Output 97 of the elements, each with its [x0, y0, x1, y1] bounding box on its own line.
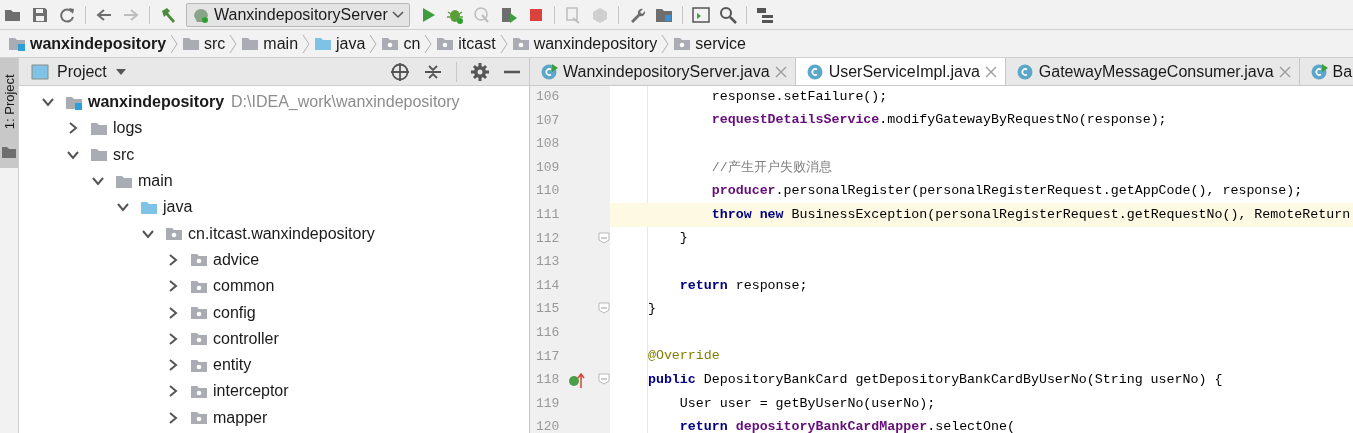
code-line: //产生开户失败消息 — [710, 159, 832, 175]
code-line: producer.personalRegister(personalRegisterRequest.getAppCode(), response); — [710, 183, 1303, 199]
search-icon[interactable] — [718, 5, 737, 24]
save-icon[interactable] — [31, 5, 49, 24]
tree-item[interactable]: entity — [190, 353, 252, 378]
editor-tab[interactable]: UserServiceImpl.java — [795, 58, 1006, 85]
tree-item[interactable]: interceptor — [190, 379, 289, 404]
tree-item[interactable]: main — [115, 169, 173, 194]
breadcrumb[interactable]: itcast — [432, 31, 500, 56]
code-line: requestDetailsService.modifyGatewayByRequestNo(response); — [710, 112, 1167, 128]
code-line: } — [646, 301, 656, 317]
code-line: } — [678, 230, 688, 246]
package-folder-icon — [511, 35, 530, 52]
class-icon — [1015, 62, 1034, 81]
run-config-dropdown[interactable]: WanxindepositoryServer — [186, 2, 410, 27]
class-icon — [805, 62, 824, 81]
breadcrumb[interactable]: src — [178, 31, 230, 56]
collapse-all-icon[interactable] — [424, 62, 442, 81]
line-number: 120 — [536, 418, 560, 433]
package-folder-icon — [673, 35, 692, 52]
code-line: User user = getByUserNo(userNo); — [678, 395, 936, 411]
tree-item[interactable]: config — [190, 300, 256, 325]
fold-marker-icon[interactable] — [598, 302, 610, 315]
locate-icon[interactable] — [390, 61, 410, 82]
breadcrumb[interactable]: java — [310, 31, 370, 56]
package-folder-icon — [190, 330, 208, 348]
package-folder-icon — [381, 35, 400, 52]
chevron-separator-icon — [302, 33, 311, 54]
package-folder-icon — [190, 304, 208, 321]
tree-item[interactable]: mapper — [190, 405, 268, 430]
code-line: @Override — [646, 348, 720, 364]
line-number: 109 — [536, 158, 560, 177]
line-number: 113 — [536, 253, 560, 272]
package-folder-icon — [436, 35, 455, 52]
tree-item[interactable]: java — [140, 195, 193, 220]
line-number: 118 — [536, 371, 560, 390]
tree-item[interactable]: common — [190, 274, 275, 299]
close-icon[interactable] — [1278, 65, 1291, 78]
breadcrumb[interactable]: main — [237, 31, 303, 56]
package-folder-icon — [190, 251, 208, 269]
chevron-separator-icon — [499, 33, 508, 54]
chevron-separator-icon — [369, 33, 378, 54]
implements-marker-icon[interactable] — [568, 371, 586, 390]
breadcrumb[interactable]: wanxindepository — [507, 31, 662, 56]
tree-item[interactable]: controller — [190, 326, 279, 351]
line-number: 119 — [536, 394, 560, 413]
hammer-icon[interactable] — [159, 5, 177, 24]
code-line: response.setFailure(); — [710, 88, 888, 104]
tree-item[interactable]: cn.itcast.wanxindepository — [165, 221, 375, 246]
code-line: public DepositoryBankCard getDepositoryBankCardByUserNo(String userNo) { — [646, 371, 1223, 387]
settings-icon[interactable] — [471, 62, 489, 81]
line-number: 114 — [536, 276, 560, 295]
code-line: return depositoryBankCardMapper.selectOne( — [678, 419, 1015, 433]
terminal-icon[interactable] — [691, 5, 710, 24]
line-number: 106 — [536, 88, 560, 107]
class-icon — [1309, 62, 1328, 81]
fold-marker-icon[interactable] — [598, 373, 610, 386]
line-number: 108 — [536, 135, 560, 154]
breadcrumb[interactable]: cn — [377, 31, 425, 56]
panel-icon — [31, 63, 49, 80]
class-icon — [540, 62, 558, 81]
package-folder-icon — [165, 225, 183, 243]
project-view-dropdown[interactable]: Project — [31, 59, 127, 84]
caret-icon — [391, 10, 404, 19]
chevron-separator-icon — [229, 33, 238, 54]
fold-marker-icon[interactable] — [598, 231, 610, 244]
tree-item[interactable]: logs — [90, 116, 143, 141]
folder-icon — [2, 146, 16, 158]
package-folder-icon — [190, 409, 208, 427]
line-number: 115 — [536, 300, 560, 319]
line-number: 116 — [536, 324, 560, 342]
tree-item[interactable]: advice — [190, 247, 260, 272]
caret-icon — [114, 67, 127, 76]
folder-icon — [314, 35, 333, 52]
breadcrumb[interactable]: service — [669, 31, 750, 56]
chevron-separator-icon — [661, 33, 670, 54]
code-line: return response; — [678, 277, 808, 293]
line-number: 107 — [536, 111, 560, 130]
breadcrumb[interactable]: wanxindepository — [4, 31, 171, 56]
folder-icon — [90, 146, 108, 164]
tree-item[interactable]: src — [90, 142, 135, 167]
chevron-separator-icon — [424, 33, 433, 54]
sync-icon[interactable] — [58, 5, 76, 24]
module-folder-icon — [8, 35, 26, 52]
line-number: 117 — [536, 347, 560, 366]
line-number: 112 — [536, 229, 560, 248]
line-number: 111 — [536, 206, 560, 224]
layout-icon[interactable] — [755, 5, 774, 24]
line-number: 110 — [536, 182, 560, 201]
side-tab[interactable]: 1: Project — [0, 58, 18, 168]
tree-item[interactable]: wanxindepository D:\IDEA_work\wanxindepository — [65, 90, 460, 115]
code-line: throw new BusinessException(personalRegisterRequest.getRequestNo(), RemoteReturn — [710, 206, 1351, 222]
chevron-separator-icon — [170, 33, 179, 54]
folder-icon — [241, 35, 260, 52]
close-icon[interactable] — [774, 65, 787, 78]
folder-icon — [182, 35, 201, 52]
close-icon[interactable] — [984, 65, 997, 78]
